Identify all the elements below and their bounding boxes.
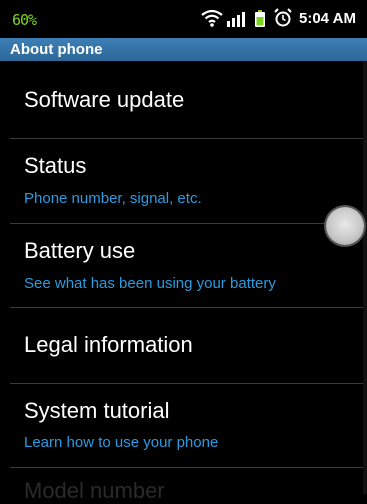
list-item-model-number[interactable]: Model number — [24, 478, 165, 504]
list-item-title: Legal information — [24, 332, 193, 357]
battery-icon — [254, 10, 266, 32]
list-item-subtitle: See what has been using your battery — [24, 275, 276, 292]
divider — [10, 467, 367, 468]
list-item-title: Status — [24, 153, 87, 178]
list-item-software-update[interactable]: Software update — [0, 61, 367, 138]
status-bar: 60% 5:04 AM — [0, 0, 367, 38]
list-item-status[interactable]: Status Phone number, signal, etc. — [0, 139, 367, 223]
title-bar: About phone — [0, 38, 367, 61]
battery-percent: 60% — [12, 11, 37, 29]
signal-icon — [226, 11, 246, 31]
list-item-subtitle: Learn how to use your phone — [24, 434, 219, 451]
list-item-title: System tutorial — [24, 398, 170, 423]
scrollbar-track[interactable] — [363, 61, 367, 494]
wifi-icon — [201, 8, 223, 32]
list-item-title: Software update — [24, 87, 185, 112]
page-title: About phone — [10, 41, 103, 58]
alarm-icon — [274, 8, 292, 32]
list-item-legal-information[interactable]: Legal information — [0, 308, 367, 383]
list-item-system-tutorial[interactable]: System tutorial Learn how to use your ph… — [0, 384, 367, 467]
list-item-title: Battery use — [24, 238, 136, 263]
list-item-battery-use[interactable]: Battery use See what has been using your… — [0, 224, 367, 307]
scroll-knob[interactable] — [326, 207, 364, 245]
list-item-subtitle: Phone number, signal, etc. — [24, 190, 202, 207]
clock: 5:04 AM — [299, 10, 356, 27]
